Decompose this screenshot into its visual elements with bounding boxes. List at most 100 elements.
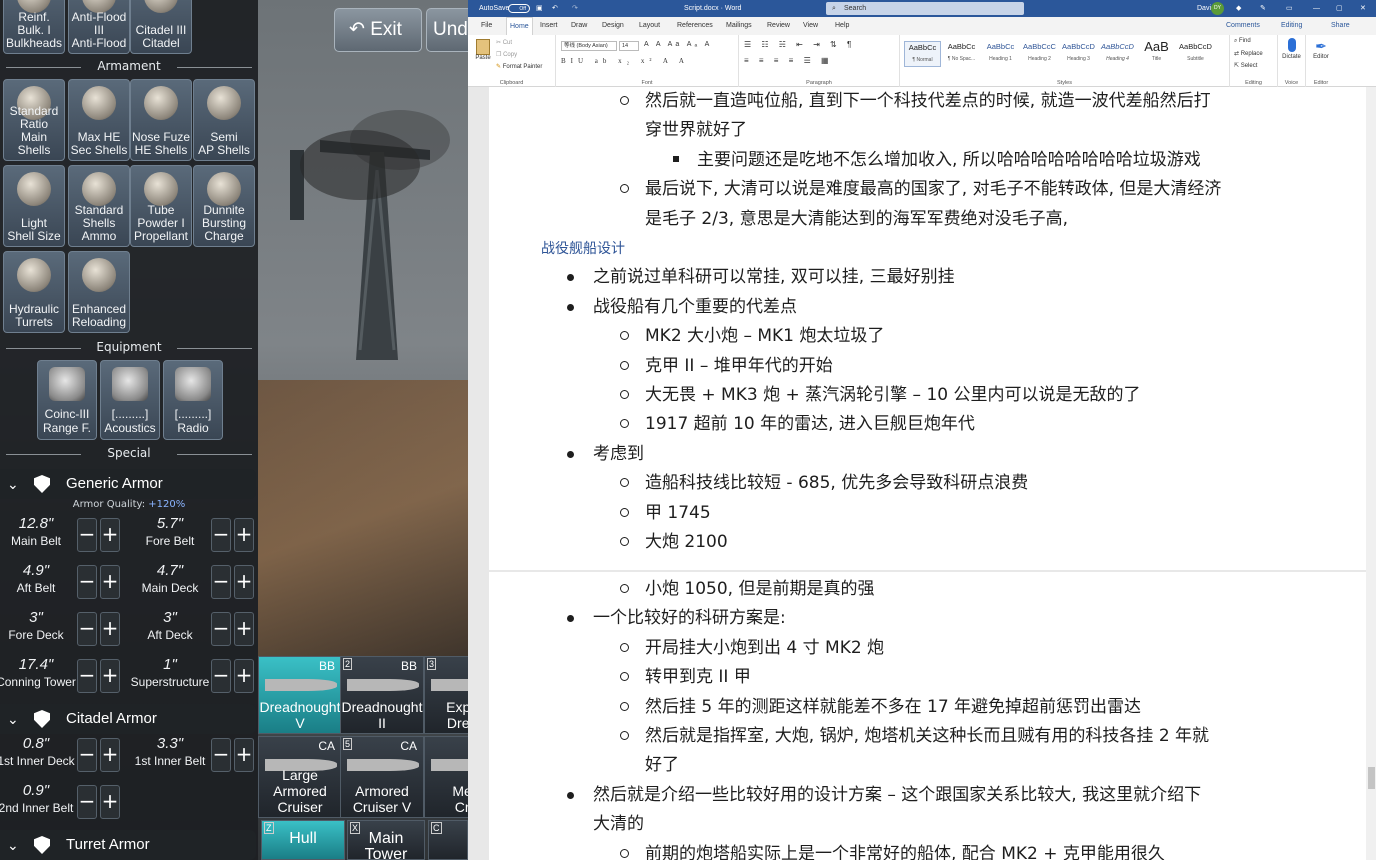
increase-button[interactable]: + — [234, 738, 254, 772]
save-icon[interactable]: ▣ — [536, 0, 543, 17]
find-button[interactable]: ⌕ Find — [1234, 38, 1251, 45]
tab-home[interactable]: Home — [506, 17, 533, 35]
ship-design-card[interactable]: BB Dreadnought V — [258, 656, 342, 734]
format-painter-button[interactable]: ✎ Format Painter — [496, 63, 542, 70]
tab-view[interactable]: View — [800, 17, 821, 35]
increase-button[interactable]: + — [234, 565, 254, 599]
paste-button[interactable]: Paste — [474, 39, 492, 61]
citadel-armor-header[interactable]: ⌄ Citadel Armor — [0, 704, 256, 734]
vertical-scrollbar[interactable] — [1366, 87, 1376, 860]
generic-armor-header[interactable]: ⌄ Generic Armor — [0, 469, 256, 499]
align-buttons[interactable]: ≡ ≡ ≡ ≡ ☰ ▦ — [744, 56, 833, 65]
tab-layout[interactable]: Layout — [636, 17, 663, 35]
style-0[interactable]: AaBbCc ¶ Normal — [904, 41, 941, 67]
style-6[interactable]: AaB Title — [1138, 40, 1175, 67]
decrease-button[interactable]: − — [211, 738, 231, 772]
component-tile[interactable]: Max HE Sec Shells — [68, 79, 130, 161]
increase-button[interactable]: + — [100, 612, 120, 646]
decrease-button[interactable]: − — [77, 659, 97, 693]
close-icon[interactable]: ✕ — [1360, 0, 1366, 17]
ship-design-card[interactable]: MedCru — [424, 736, 468, 818]
turret-armor-header[interactable]: ⌄ Turret Armor — [0, 830, 256, 860]
component-tile[interactable]: Light Shell Size — [3, 165, 65, 247]
design-tab-3[interactable]: C — [428, 820, 468, 860]
font-size-buttons[interactable]: A A Aa Aₐ A — [644, 41, 712, 48]
tab-insert[interactable]: Insert — [537, 17, 561, 35]
style-5[interactable]: AaBbCcD Heading 4 — [1099, 41, 1136, 67]
tab-design[interactable]: Design — [599, 17, 627, 35]
replace-button[interactable]: ⇄ Replace — [1234, 50, 1263, 57]
component-tile[interactable]: Citadel III Citadel — [130, 0, 192, 54]
component-tile[interactable]: Dunnite Bursting Charge — [193, 165, 255, 247]
autosave-toggle[interactable]: Off — [508, 4, 530, 13]
increase-button[interactable]: + — [234, 612, 254, 646]
increase-button[interactable]: + — [100, 738, 120, 772]
decrease-button[interactable]: − — [211, 659, 231, 693]
maximize-icon[interactable]: ▢ — [1336, 0, 1343, 17]
ship-design-card[interactable]: 3 ExperiDread — [424, 656, 468, 734]
style-7[interactable]: AaBbCcD Subtitle — [1177, 41, 1214, 67]
decrease-button[interactable]: − — [77, 565, 97, 599]
redo-icon[interactable]: ↷ — [572, 0, 578, 17]
component-tile[interactable]: Semi AP Shells — [193, 79, 255, 161]
component-tile[interactable]: Tube Powder I Propellant — [130, 165, 192, 247]
copy-button[interactable]: ❐ Copy — [496, 51, 517, 58]
ship-design-card[interactable]: CA Large Armored Cruiser — [258, 736, 342, 818]
component-tile[interactable]: Standard Shells Ammo — [68, 165, 130, 247]
increase-button[interactable]: + — [234, 518, 254, 552]
style-1[interactable]: AaBbCc ¶ No Spac... — [943, 41, 980, 67]
dictate-button[interactable]: Dictate — [1278, 38, 1305, 60]
avatar[interactable]: DY — [1211, 2, 1224, 15]
component-tile[interactable]: Reinf. Bulk. I Bulkheads — [3, 0, 65, 54]
cut-button[interactable]: ✂ Cut — [496, 39, 512, 46]
ship-design-card[interactable]: CA 5 Armored Cruiser V — [340, 736, 424, 818]
search-box[interactable]: ⌕ Search — [826, 2, 1024, 15]
font-name-select[interactable]: 等线 (Body Asian) — [561, 41, 617, 51]
component-tile[interactable]: Hydraulic Turrets — [3, 251, 65, 333]
select-button[interactable]: ⇱ Select — [1234, 62, 1257, 69]
decrease-button[interactable]: − — [211, 565, 231, 599]
editing-button[interactable]: Editing — [1278, 17, 1305, 35]
style-2[interactable]: AaBbCc Heading 1 — [982, 41, 1019, 67]
tab-references[interactable]: References — [674, 17, 716, 35]
increase-button[interactable]: + — [100, 518, 120, 552]
decrease-button[interactable]: − — [77, 785, 97, 819]
pen-icon[interactable]: ✎ — [1260, 0, 1266, 17]
decrease-button[interactable]: − — [77, 518, 97, 552]
tab-draw[interactable]: Draw — [568, 17, 590, 35]
decrease-button[interactable]: − — [77, 612, 97, 646]
component-tile[interactable]: Nose Fuze HE Shells — [130, 79, 192, 161]
style-4[interactable]: AaBbCcD Heading 3 — [1060, 41, 1097, 67]
increase-button[interactable]: + — [234, 659, 254, 693]
diamond-icon[interactable]: ◆ — [1236, 0, 1241, 17]
share-button[interactable]: Share — [1328, 17, 1353, 35]
increase-button[interactable]: + — [100, 659, 120, 693]
style-3[interactable]: AaBbCcC Heading 2 — [1021, 41, 1058, 67]
undo-button[interactable]: Undo — [426, 8, 468, 52]
design-tab-2[interactable]: X Main Tower — [347, 820, 425, 860]
scroll-thumb[interactable] — [1368, 767, 1375, 789]
undo-icon[interactable]: ↶ — [552, 0, 558, 17]
increase-button[interactable]: + — [100, 785, 120, 819]
decrease-button[interactable]: − — [211, 518, 231, 552]
editor-button[interactable]: ✒ Editor — [1306, 38, 1336, 60]
tab-file[interactable]: File — [478, 17, 495, 35]
component-tile[interactable]: Coinc-III Range F. — [37, 360, 97, 440]
design-tab-1[interactable]: Z Hull — [261, 820, 345, 860]
document-area[interactable]: 然后就一直造吨位船, 直到下一个科技代差点的时候, 就造一波代差船然后打 穿世界就… — [468, 87, 1376, 860]
tab-mailings[interactable]: Mailings — [723, 17, 755, 35]
decrease-button[interactable]: − — [77, 738, 97, 772]
decrease-button[interactable]: − — [211, 612, 231, 646]
ribbon-display-icon[interactable]: ▭ — [1286, 0, 1293, 17]
font-size-select[interactable]: 14 — [619, 41, 639, 51]
tab-help[interactable]: Help — [832, 17, 852, 35]
component-tile[interactable]: Enhanced Reloading — [68, 251, 130, 333]
increase-button[interactable]: + — [100, 565, 120, 599]
component-tile[interactable]: Standard Ratio Main Shells — [3, 79, 65, 161]
tab-review[interactable]: Review — [764, 17, 793, 35]
font-format-buttons[interactable]: BIU ab x₂ x² A A — [561, 57, 689, 65]
component-tile[interactable]: [.........] Acoustics — [100, 360, 160, 440]
list-buttons[interactable]: ☰ ☷ ☵ ⇤ ⇥ ⇅ ¶ — [744, 40, 855, 49]
component-tile[interactable]: Anti-Flood III Anti-Flood — [68, 0, 130, 54]
exit-button[interactable]: ↶ Exit — [334, 8, 422, 52]
